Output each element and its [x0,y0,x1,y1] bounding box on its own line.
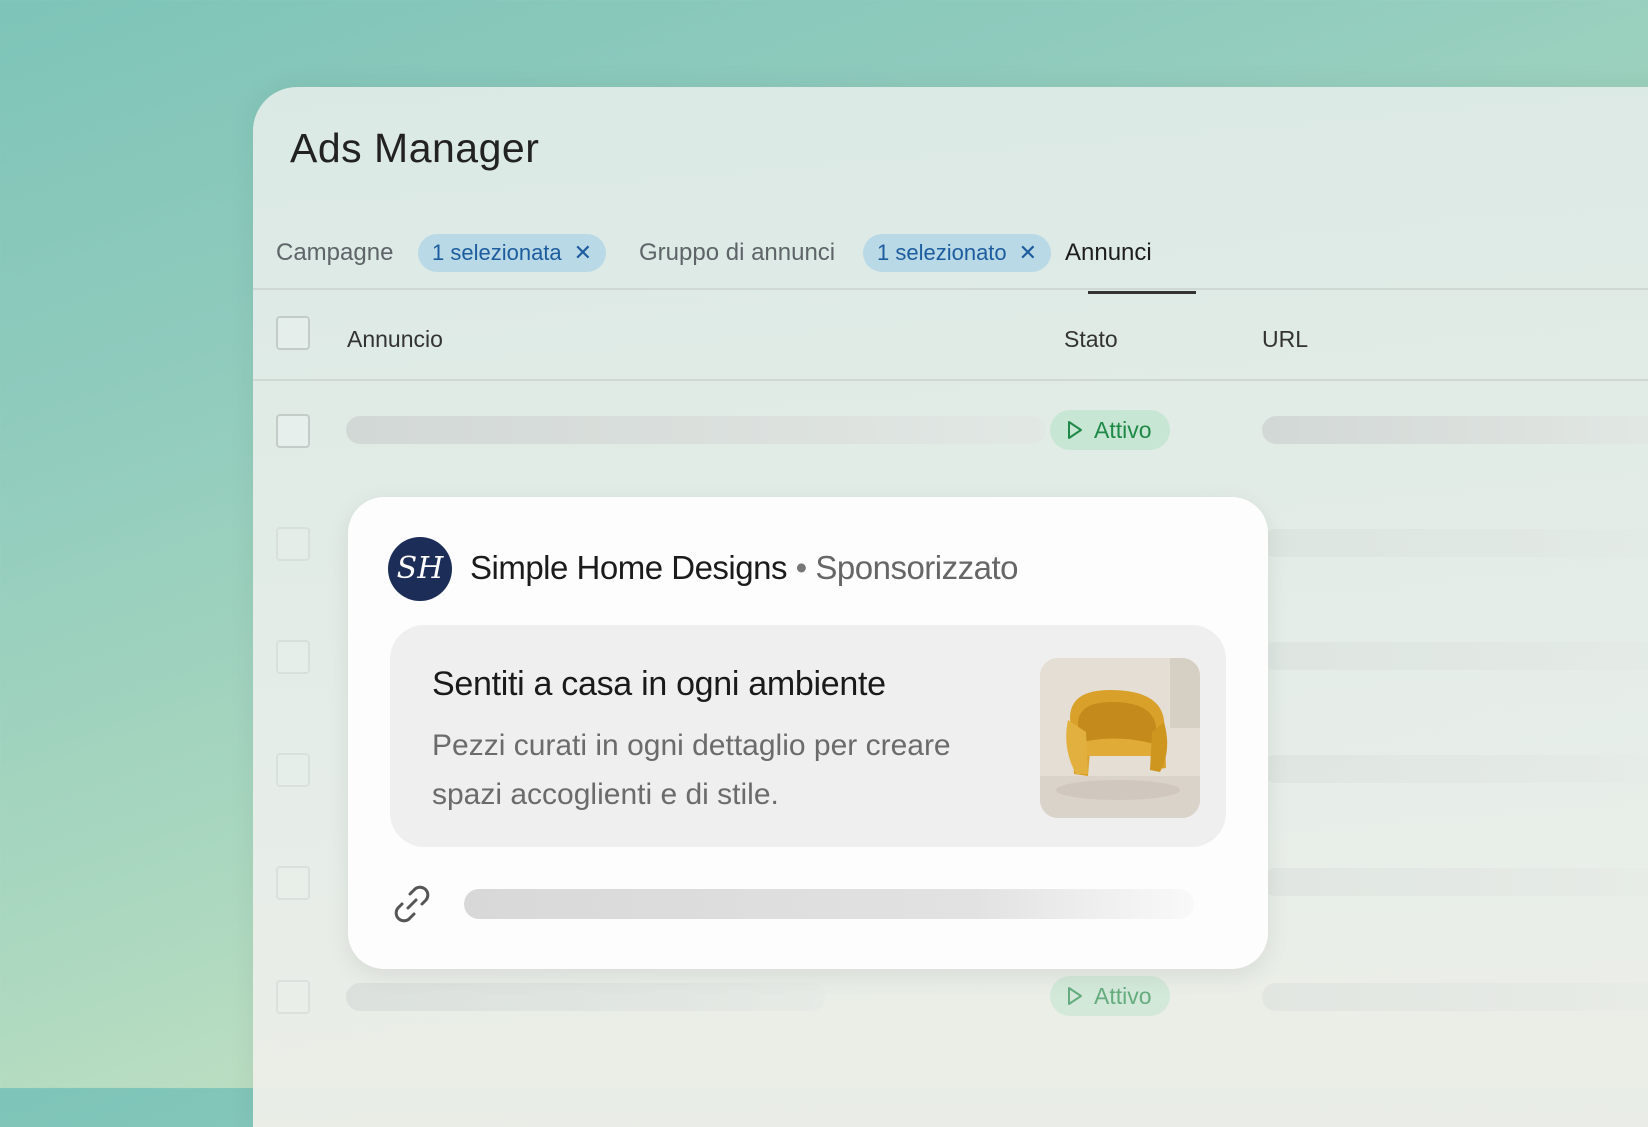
tab-ads[interactable]: Annunci [1065,234,1152,272]
close-icon[interactable]: ✕ [1019,234,1037,272]
status-label: Attivo [1094,417,1152,443]
row-checkbox[interactable] [276,414,310,448]
ad-creative[interactable]: Sentiti a casa in ogni ambiente Pezzi cu… [390,625,1226,847]
url-placeholder [1262,868,1648,896]
row-checkbox[interactable] [276,866,310,900]
url-placeholder [1262,416,1648,444]
brand-separator: • [795,549,808,586]
row-checkbox[interactable] [276,640,310,674]
ad-name-placeholder [346,983,826,1011]
armchair-image [1040,658,1200,818]
brand-logo: SH [388,537,452,601]
ad-body-text: Pezzi curati in ogni dettaglio per crear… [432,729,951,811]
sponsored-label: Sponsorizzato [815,549,1018,586]
play-icon [1068,420,1082,439]
select-all-checkbox[interactable] [276,316,310,350]
destination-url-placeholder [464,889,1194,919]
row-checkbox[interactable] [276,980,310,1014]
play-icon [1068,986,1082,1005]
column-header-url[interactable]: URL [1262,326,1308,353]
brand-line: Simple Home Designs • Sponsorizzato [470,549,1018,587]
close-icon[interactable]: ✕ [574,234,592,272]
adsets-selection-chip[interactable]: 1 selezionato ✕ [863,234,1052,272]
campaigns-selection-chip[interactable]: 1 selezionata ✕ [418,234,607,272]
table-header-divider [253,379,1648,381]
row-checkbox[interactable] [276,753,310,787]
ad-preview-card[interactable]: SH Simple Home Designs • Sponsorizzato S… [348,497,1268,969]
column-header-status[interactable]: Stato [1064,326,1118,353]
url-placeholder [1262,529,1648,557]
tabs-divider [253,288,1648,290]
tab-ad-sets[interactable]: Gruppo di annunci [639,234,835,272]
tab-campaigns[interactable]: Campagne [276,234,393,272]
ad-product-image [1040,658,1200,818]
active-tab-indicator [1088,291,1196,294]
page-title: Ads Manager [290,125,540,171]
row-checkbox[interactable] [276,527,310,561]
status-badge[interactable]: Attivo [1050,976,1170,1016]
brand-name: Simple Home Designs [470,549,787,586]
status-badge[interactable]: Attivo [1050,410,1170,450]
ad-headline: Sentiti a casa in ogni ambiente [432,665,886,703]
url-placeholder [1262,755,1648,783]
adsets-chip-label: 1 selezionato [877,240,1007,265]
url-placeholder [1262,642,1648,670]
ad-name-placeholder [346,416,1046,444]
status-label: Attivo [1094,983,1152,1009]
url-placeholder [1262,983,1648,1011]
column-header-ad[interactable]: Annuncio [347,326,443,353]
campaigns-chip-label: 1 selezionata [432,240,562,265]
link-icon[interactable] [390,882,434,931]
